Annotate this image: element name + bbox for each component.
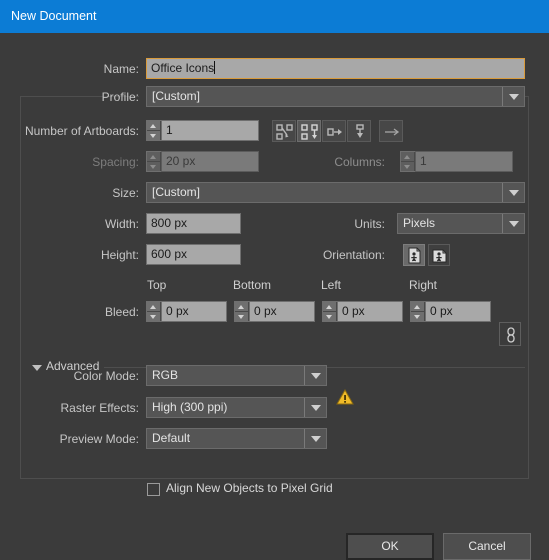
- profile-select-value: [Custom]: [152, 89, 201, 103]
- preview-mode-label: Preview Mode:: [59, 432, 139, 446]
- stepper-up-icon[interactable]: [323, 302, 336, 311]
- bleed-column-head-left: Left: [321, 278, 342, 292]
- bleed-label: Bleed:: [104, 305, 139, 319]
- stepper-down-icon[interactable]: [147, 131, 160, 140]
- arrange-by-column-icon[interactable]: [347, 120, 371, 142]
- raster-effects-select[interactable]: High (300 ppi): [146, 397, 327, 418]
- color-mode-select-value: RGB: [152, 368, 179, 382]
- bleed-bottom-input[interactable]: 0 px: [249, 301, 315, 322]
- artboards-stepper[interactable]: [146, 120, 161, 141]
- stepper-up-icon[interactable]: [235, 302, 248, 311]
- columns-label: Columns:: [334, 155, 385, 169]
- bleed-left-stepper[interactable]: [322, 301, 337, 322]
- raster-effects-label: Raster Effects:: [60, 401, 139, 415]
- chevron-down-icon[interactable]: [304, 398, 326, 417]
- stepper-down-icon[interactable]: [323, 312, 336, 321]
- portrait-page-icon[interactable]: [403, 244, 425, 266]
- new-document-dialog: Name: Office Icons Profile: [Custom] Num…: [0, 33, 549, 560]
- spacing-input[interactable]: 20 px: [161, 151, 259, 172]
- stepper-up-icon[interactable]: [147, 152, 160, 161]
- units-select[interactable]: Pixels: [397, 213, 525, 234]
- width-label: Width:: [104, 217, 139, 231]
- bleed-right-stepper[interactable]: [410, 301, 425, 322]
- stepper-down-icon[interactable]: [401, 162, 414, 171]
- units-select-value: Pixels: [403, 216, 436, 230]
- chevron-down-icon[interactable]: [304, 429, 326, 448]
- color-mode-label: Color Mode:: [73, 369, 139, 383]
- height-input[interactable]: 600 px: [146, 244, 241, 265]
- bleed-top-input[interactable]: 0 px: [161, 301, 227, 322]
- stepper-up-icon[interactable]: [411, 302, 424, 311]
- chevron-down-icon[interactable]: [502, 87, 524, 106]
- preview-mode-select-value: Default: [152, 431, 191, 445]
- bleed-top-stepper[interactable]: [146, 301, 161, 322]
- warning-triangle-icon: [336, 388, 354, 408]
- bleed-left-input[interactable]: 0 px: [337, 301, 403, 322]
- chevron-down-icon[interactable]: [502, 183, 524, 202]
- preview-mode-select[interactable]: Default: [146, 428, 327, 449]
- bleed-column-head-right: Right: [409, 278, 438, 292]
- name-input[interactable]: Office Icons: [146, 58, 525, 79]
- stepper-up-icon[interactable]: [147, 121, 160, 130]
- landscape-page-icon[interactable]: [428, 244, 450, 266]
- bleed-column-head-top: Top: [147, 278, 167, 292]
- number-of-artboards-label: Number of Artboards:: [24, 124, 139, 138]
- bleed-right-input[interactable]: 0 px: [425, 301, 491, 322]
- change-to-right-to-left-layout-icon[interactable]: [379, 120, 403, 142]
- size-select[interactable]: [Custom]: [146, 182, 525, 203]
- chain-link-icon[interactable]: [499, 322, 521, 346]
- name-label: Name:: [103, 62, 139, 76]
- size-select-value: [Custom]: [152, 185, 201, 199]
- chevron-down-icon[interactable]: [304, 366, 326, 385]
- stepper-down-icon[interactable]: [235, 312, 248, 321]
- text-caret: [214, 61, 216, 74]
- color-mode-select[interactable]: RGB: [146, 365, 327, 386]
- spacing-stepper[interactable]: [146, 151, 161, 172]
- grid-by-column-icon[interactable]: [297, 120, 321, 142]
- size-label: Size:: [112, 186, 139, 200]
- profile-select[interactable]: [Custom]: [146, 86, 525, 107]
- profile-label: Profile:: [101, 90, 139, 104]
- dialog-title: New Document: [11, 9, 97, 23]
- align-pixel-grid-label: Align New Objects to Pixel Grid: [166, 481, 333, 495]
- name-input-value: Office Icons: [151, 61, 215, 75]
- stepper-down-icon[interactable]: [147, 162, 160, 171]
- raster-effects-select-value: High (300 ppi): [152, 400, 228, 414]
- orientation-label: Orientation:: [322, 248, 385, 262]
- number-of-artboards-input[interactable]: 1: [161, 120, 259, 141]
- arrange-by-row-icon[interactable]: [322, 120, 346, 142]
- columns-input[interactable]: 1: [415, 151, 513, 172]
- stepper-up-icon[interactable]: [147, 302, 160, 311]
- chevron-down-icon[interactable]: [502, 214, 524, 233]
- stepper-down-icon[interactable]: [147, 312, 160, 321]
- bleed-column-head-bottom: Bottom: [233, 278, 272, 292]
- units-label: Units:: [354, 217, 385, 231]
- dialog-title-bar: New Document: [0, 0, 549, 33]
- stepper-up-icon[interactable]: [401, 152, 414, 161]
- spacing-label: Spacing:: [92, 155, 139, 169]
- bleed-bottom-stepper[interactable]: [234, 301, 249, 322]
- width-input[interactable]: 800 px: [146, 213, 241, 234]
- stepper-down-icon[interactable]: [411, 312, 424, 321]
- align-pixel-grid-checkbox[interactable]: [147, 483, 160, 496]
- height-label: Height:: [100, 248, 139, 262]
- grid-by-row-icon[interactable]: [272, 120, 296, 142]
- columns-stepper[interactable]: [400, 151, 415, 172]
